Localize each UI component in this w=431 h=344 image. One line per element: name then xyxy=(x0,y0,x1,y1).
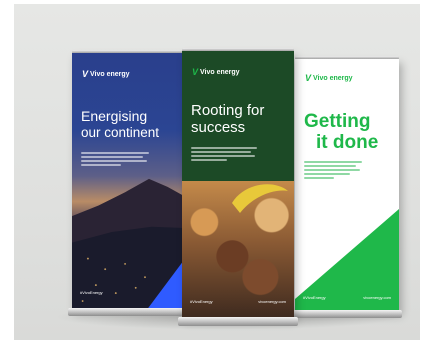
banner-1-logo: V Vivo energy xyxy=(82,69,130,79)
banner-1-stand-base xyxy=(68,308,186,316)
green-wedge xyxy=(295,209,399,312)
banner-energising: V Vivo energy Energising our continent #… xyxy=(72,53,184,309)
banner-3-stand-base xyxy=(292,310,402,318)
banner-1-headline-line1: Energising xyxy=(81,108,148,124)
banner-3-footer-left: #VivoEnergy xyxy=(303,295,326,300)
banner-1-headline-line2: our continent xyxy=(81,124,160,140)
banner-2-footer-left: #VivoEnergy xyxy=(190,299,213,304)
banner-2-stand-base xyxy=(178,317,298,326)
banner-1-headline: Energising our continent xyxy=(81,108,160,140)
banner-getting-it-done: V Vivo energy Getting it done #VivoEnerg… xyxy=(295,59,399,312)
banner-2-footer-right: vivoenergy.com xyxy=(258,299,286,304)
mountain-landscape xyxy=(72,178,184,309)
banner-1-logo-text: Vivo energy xyxy=(90,70,130,78)
banner-1-footer-left: #VivoEnergy xyxy=(80,290,103,295)
banner-3-footer-right: vivoenergy.com xyxy=(363,295,391,300)
vivo-logo-icon: V xyxy=(82,69,88,79)
mockup-scene: V Vivo energy Energising our continent #… xyxy=(14,4,420,340)
banner-rooting-for-success: V Vivo energy Rooting for success #VivoE… xyxy=(182,51,294,318)
yellow-swoosh xyxy=(232,184,288,213)
